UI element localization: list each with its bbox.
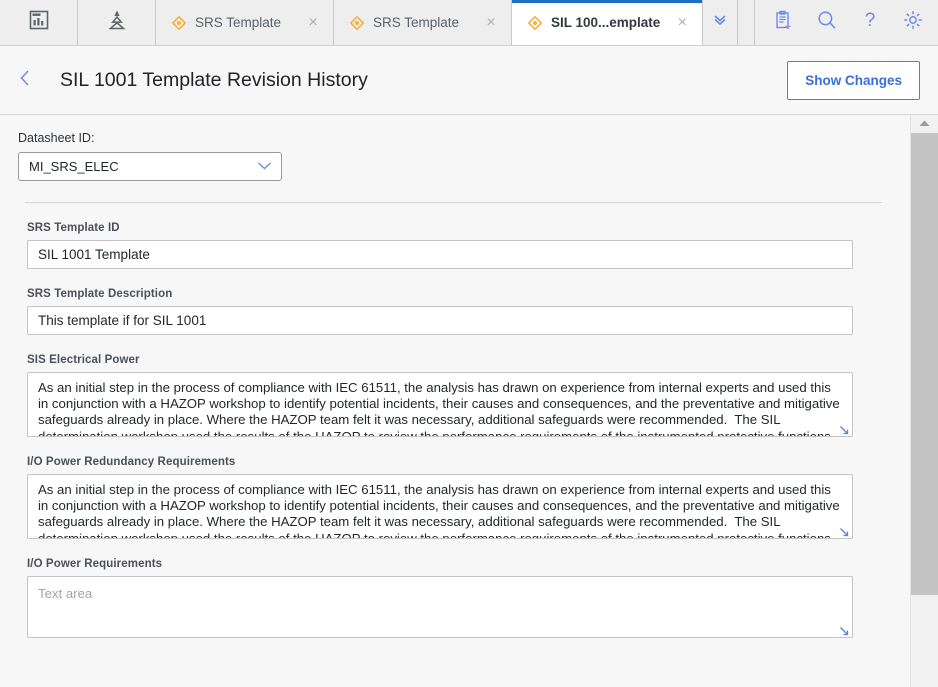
chevron-down-icon bbox=[256, 158, 273, 176]
clipboard-plus-icon[interactable] bbox=[773, 10, 794, 36]
io-power-requirements-textarea[interactable] bbox=[27, 576, 853, 638]
tab-close-icon[interactable]: × bbox=[483, 14, 499, 31]
datasheet-block: Datasheet ID: MI_SRS_ELEC bbox=[0, 115, 910, 181]
diamond-icon bbox=[527, 15, 543, 30]
tab-overflow-button[interactable] bbox=[703, 0, 739, 45]
search-icon[interactable] bbox=[816, 9, 838, 36]
form-content: Datasheet ID: MI_SRS_ELEC SRS Template I… bbox=[0, 115, 910, 687]
tab-bar-spacer bbox=[738, 0, 755, 45]
srs-template-id-input[interactable] bbox=[27, 240, 853, 269]
textarea-wrapper bbox=[27, 372, 853, 437]
sis-electrical-power-textarea[interactable] bbox=[27, 372, 853, 437]
page-header: SIL 1001 Template Revision History Show … bbox=[0, 46, 938, 115]
tab-close-icon[interactable]: × bbox=[674, 14, 690, 31]
field-label: I/O Power Requirements bbox=[27, 558, 163, 570]
textarea-wrapper bbox=[27, 576, 853, 638]
gear-icon[interactable] bbox=[902, 9, 924, 36]
field-sis-electrical-power: SIS Electrical Power bbox=[0, 354, 910, 437]
scrollbar-thumb[interactable] bbox=[911, 133, 938, 595]
field-io-power-redundancy-requirements: I/O Power Redundancy Requirements bbox=[0, 456, 910, 539]
tab-srs-template-2[interactable]: SRS Template × bbox=[334, 0, 512, 45]
diamond-icon bbox=[171, 15, 187, 30]
tab-label: SRS Template bbox=[373, 15, 460, 30]
back-button[interactable] bbox=[10, 65, 40, 95]
section-divider bbox=[25, 202, 882, 203]
page-body: Datasheet ID: MI_SRS_ELEC SRS Template I… bbox=[0, 115, 938, 687]
field-label: I/O Power Redundancy Requirements bbox=[27, 456, 236, 468]
field-label: SIS Electrical Power bbox=[27, 354, 140, 366]
page-title: SIL 1001 Template Revision History bbox=[60, 68, 368, 91]
chevron-double-down-icon bbox=[711, 11, 729, 34]
svg-text:?: ? bbox=[865, 10, 876, 31]
field-srs-template-id: SRS Template ID bbox=[0, 222, 910, 269]
field-io-power-requirements: I/O Power Requirements bbox=[0, 558, 910, 638]
tab-sil-1001-template[interactable]: SIL 100...emplate × bbox=[512, 0, 704, 45]
scroll-up-button[interactable] bbox=[911, 115, 938, 133]
toolbar-actions: ? bbox=[755, 0, 938, 45]
show-changes-button[interactable]: Show Changes bbox=[787, 60, 920, 100]
io-power-redundancy-requirements-textarea[interactable] bbox=[27, 474, 853, 539]
field-label: SRS Template Description bbox=[27, 288, 173, 300]
tab-srs-template-1[interactable]: SRS Template × bbox=[156, 0, 334, 45]
datasheet-id-select[interactable]: MI_SRS_ELEC bbox=[18, 152, 282, 181]
dashboard-button[interactable] bbox=[0, 0, 78, 45]
diamond-icon bbox=[349, 15, 365, 30]
datasheet-id-value: MI_SRS_ELEC bbox=[29, 159, 119, 174]
textarea-wrapper bbox=[27, 474, 853, 539]
dashboard-icon bbox=[28, 9, 50, 36]
vertical-scrollbar[interactable] bbox=[910, 115, 938, 687]
chevron-left-icon bbox=[17, 68, 34, 93]
tab-close-icon[interactable]: × bbox=[305, 14, 321, 31]
pyramid-hierarchy-icon bbox=[105, 8, 129, 37]
datasheet-label: Datasheet ID: bbox=[18, 131, 95, 145]
hierarchy-button[interactable] bbox=[78, 0, 156, 45]
scroll-up-arrow-icon bbox=[918, 115, 931, 133]
field-srs-template-description: SRS Template Description bbox=[0, 288, 910, 335]
srs-template-description-input[interactable] bbox=[27, 306, 853, 335]
tab-bar: SRS Template × SRS Template × SIL 100...… bbox=[0, 0, 938, 46]
help-icon[interactable]: ? bbox=[860, 9, 880, 36]
field-label: SRS Template ID bbox=[27, 222, 120, 234]
tab-label: SIL 100...emplate bbox=[551, 15, 661, 30]
tab-label: SRS Template bbox=[195, 15, 282, 30]
scrollbar-track[interactable] bbox=[911, 133, 938, 687]
